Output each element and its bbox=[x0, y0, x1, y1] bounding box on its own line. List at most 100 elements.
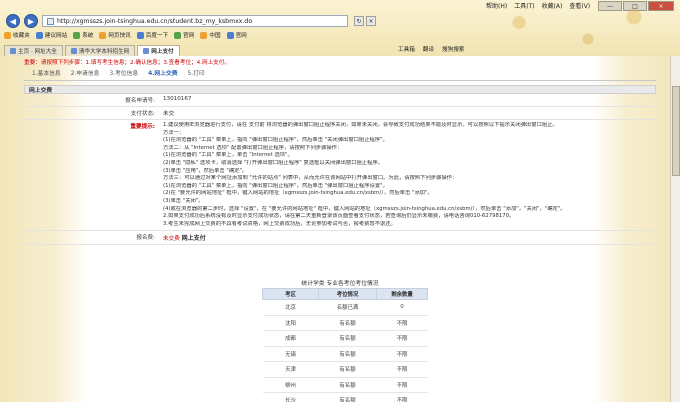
menu-tools[interactable]: 工具(T) bbox=[514, 1, 534, 10]
fav-item[interactable]: 官网 bbox=[174, 31, 194, 39]
site-icon bbox=[226, 31, 234, 39]
cell: 有名额 bbox=[318, 346, 377, 362]
cell: 不限 bbox=[376, 346, 428, 362]
menu-view[interactable]: 查看(V) bbox=[569, 1, 590, 10]
site-icon bbox=[99, 31, 107, 39]
step-basic-info[interactable]: 1.基本信息 bbox=[32, 68, 61, 77]
fav-item[interactable]: 系统 bbox=[73, 31, 93, 39]
back-button[interactable]: ◀ bbox=[6, 14, 20, 28]
cell: 0 bbox=[376, 299, 428, 316]
refresh-icon: ↻ bbox=[356, 17, 362, 25]
cell: 有名额 bbox=[318, 377, 377, 393]
site-icon bbox=[200, 31, 208, 39]
fav-item[interactable]: 收藏夹 bbox=[4, 31, 30, 39]
instruction-line: 方法一： bbox=[163, 129, 185, 136]
cell: 柳州 bbox=[262, 377, 319, 393]
page-icon bbox=[143, 48, 150, 54]
page-icon bbox=[70, 48, 77, 54]
step-seat-info[interactable]: 3.考位信息 bbox=[109, 68, 138, 77]
step-nav: 1.基本信息 2.申请信息 3.考位信息 4.网上交费 5.打印 bbox=[20, 67, 660, 77]
maximize-button[interactable]: □ bbox=[623, 1, 647, 11]
fav-item[interactable]: 网页快讯 bbox=[99, 31, 131, 39]
close-button[interactable]: × bbox=[648, 1, 674, 11]
tab-bar: 主页 · 网址大全 清华大学本科招生网 网上支付 bbox=[0, 43, 680, 56]
cell: 沈阳 bbox=[262, 315, 319, 331]
instructions: 1.建议使用IE浏览器进行支付，请在 支付前 将浏览器的弹出窗口阻止程序关闭，如… bbox=[159, 120, 656, 230]
fav-label: 百度一下 bbox=[145, 33, 169, 39]
table-row: 柳州 有名额 不限 bbox=[262, 377, 428, 393]
cell: 成都 bbox=[262, 330, 319, 347]
table-row: 成都 有名额 不限 bbox=[262, 330, 428, 347]
instruction-line: (3)单击 "应用"，然后单击 "确定"。 bbox=[163, 167, 248, 174]
instruction-line: (4)或在浏览器的第二步时，选择 "设置"，在 "要允许的网站地址" 框中，键入… bbox=[163, 205, 566, 212]
col-header: 考位情况 bbox=[318, 288, 377, 300]
arrow-right-icon: ▶ bbox=[27, 16, 35, 26]
stop-icon: × bbox=[368, 17, 374, 25]
cell: 不限 bbox=[376, 377, 428, 393]
top-notice: 重要：请按照下列步骤：1.填写考生信息；2.确认信息；3.查看考位；4.网上支付… bbox=[24, 60, 230, 66]
instruction-line: (2)在 "要允许的网站地址" 框中，键入网站的地址（xgmsszs.join-… bbox=[163, 190, 433, 197]
fav-item[interactable]: 官网 bbox=[226, 31, 247, 39]
page-content: 重要：请按照下列步骤：1.填写考生信息；2.确认信息；3.查看考位；4.网上支付… bbox=[20, 58, 660, 402]
fav-item[interactable]: 中国 bbox=[200, 31, 221, 39]
col-header: 考区 bbox=[262, 288, 319, 300]
cell: 不限 bbox=[376, 330, 428, 347]
window-controls: — □ × bbox=[598, 1, 674, 11]
star-icon bbox=[4, 31, 11, 39]
site-icon bbox=[174, 31, 182, 39]
scrollbar-thumb[interactable] bbox=[672, 86, 680, 176]
search-button[interactable]: 搜狗搜索 bbox=[442, 45, 464, 53]
instruction-line: 1.建议使用IE浏览器进行支付，请在 支付前 将浏览器的弹出窗口阻止程序关闭，如… bbox=[163, 122, 558, 128]
site-icon bbox=[35, 31, 43, 39]
step-print[interactable]: 5.打印 bbox=[188, 68, 205, 77]
page-icon bbox=[10, 48, 16, 54]
cell: 有名额 bbox=[318, 392, 377, 402]
table-row: 天津 有名额 不限 bbox=[262, 361, 428, 378]
section-title: 网上交费 bbox=[24, 85, 656, 94]
fee-status: 未交费 bbox=[163, 236, 180, 243]
instruction-line: (1)在浏览器的 "工具" 菜单上，指向 "弹出窗口阻止程序"，然后单击 "关闭… bbox=[163, 137, 388, 144]
pay-status-label: 支付状态: bbox=[130, 111, 155, 117]
menu-favorites[interactable]: 收藏(A) bbox=[542, 1, 563, 10]
fav-item[interactable]: 百度一下 bbox=[136, 31, 169, 39]
instruction-line: 方法三：可以通过对某个网址添加到 "允许的站点" 列表中，从而允许在该网站中打开… bbox=[163, 175, 458, 182]
instruction-line: (2)单击 "隐私" 选项卡，取消选择 "打开弹出窗口阻止程序" 复选框以关闭弹… bbox=[163, 159, 383, 166]
toolbox-button[interactable]: 工具箱 bbox=[398, 45, 415, 53]
address-bar[interactable]: http://xgmsszs.join-tsinghua.edu.cn/stud… bbox=[42, 15, 348, 27]
step-online-payment[interactable]: 4.网上交费 bbox=[148, 68, 177, 77]
table-row: 长沙 有名额 不限 bbox=[262, 392, 428, 402]
tab-label: 网上支付 bbox=[151, 49, 174, 55]
menu-help[interactable]: 帮助(H) bbox=[486, 1, 507, 10]
instruction-line: 方法二：从 "Internet 选项" 配置弹出窗口阻止程序，请按照下列步骤操作… bbox=[163, 144, 343, 151]
divider bbox=[24, 80, 656, 81]
page-icon bbox=[47, 17, 54, 25]
translate-button[interactable]: 翻译 bbox=[423, 45, 434, 53]
fav-label: 收藏夹 bbox=[13, 33, 30, 39]
tab-payment[interactable]: 网上支付 bbox=[137, 45, 180, 56]
address-row: ◀ ▶ http://xgmsszs.join-tsinghua.edu.cn/… bbox=[6, 14, 376, 28]
fav-item[interactable]: 建议网站 bbox=[35, 31, 68, 39]
cell: 长沙 bbox=[262, 392, 319, 402]
fav-label: 建议网站 bbox=[44, 33, 68, 39]
forward-button[interactable]: ▶ bbox=[24, 14, 38, 28]
pay-status-value: 未交 bbox=[163, 111, 175, 117]
cell: 有名额 bbox=[318, 361, 377, 378]
step-application-info[interactable]: 2.申请信息 bbox=[71, 68, 100, 77]
stop-button[interactable]: × bbox=[366, 16, 376, 26]
fav-label: 官网 bbox=[183, 33, 195, 39]
address-url: http://xgmsszs.join-tsinghua.edu.cn/stud… bbox=[57, 17, 253, 25]
toolbar-right: 工具箱 翻译 搜狗搜索 bbox=[398, 45, 464, 53]
tab-home[interactable]: 主页 · 网址大全 bbox=[4, 45, 63, 56]
row-pay-status: 支付状态: 未交 bbox=[24, 107, 656, 120]
minimize-button[interactable]: — bbox=[598, 1, 622, 11]
instruction-line: 2.如果支付成功后系统没有及时显示支付成功状态，请在第二天重新登录该页面查看支付… bbox=[163, 213, 515, 220]
table-header-row: 考区 考位情况 剩余数量 bbox=[262, 288, 428, 300]
row-application-no: 报名申请号: 13010167 bbox=[24, 94, 656, 107]
fav-label: 官网 bbox=[235, 33, 247, 39]
online-pay-link[interactable]: 网上支付 bbox=[182, 235, 206, 242]
tab-tsinghua[interactable]: 清华大学本科招生网 bbox=[64, 45, 136, 56]
application-no-label: 报名申请号: bbox=[125, 98, 155, 104]
refresh-button[interactable]: ↻ bbox=[354, 16, 364, 26]
vertical-scrollbar[interactable] bbox=[670, 56, 680, 402]
fee-label: 报名费: bbox=[136, 235, 155, 242]
